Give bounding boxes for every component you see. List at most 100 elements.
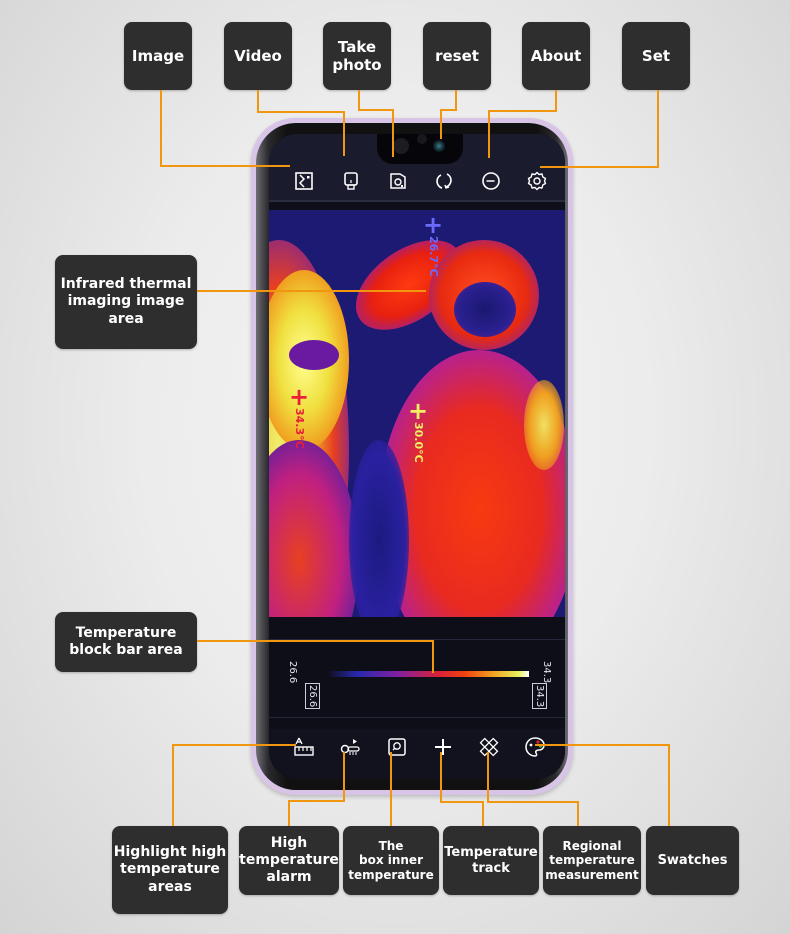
thermal-area-label-text-1: Infrared thermal <box>60 276 192 293</box>
connector-block-bar-v <box>432 640 434 673</box>
box-temp-label: The box inner temperature <box>343 826 439 895</box>
connector-reset <box>455 90 457 110</box>
top-toolbar <box>269 134 565 202</box>
thermal-area-label-text-3: area <box>108 310 144 327</box>
reset-button[interactable] <box>433 170 455 192</box>
track-label-text-1: Temperature <box>444 844 538 860</box>
camera-lens-icon <box>393 138 409 154</box>
connector-thermal <box>197 290 426 292</box>
phone-bezel: + 26.7°C + 34.3°C + 30.0°C 26.6 34.3 26.… <box>256 123 568 790</box>
about-label-text: About <box>530 46 582 65</box>
alarm-label-text-3: alarm <box>266 869 312 886</box>
scale-min-label: 26.6 <box>287 661 298 684</box>
settings-button[interactable] <box>526 170 548 192</box>
video-label: Video <box>224 22 292 90</box>
connector-regional-v2 <box>577 801 579 826</box>
bottom-toolbar <box>269 729 565 779</box>
regional-measurement-button[interactable] <box>477 735 501 759</box>
highlight-high-temp-button[interactable] <box>292 735 316 759</box>
phone-frame: + 26.7°C + 34.3°C + 30.0°C 26.6 34.3 26.… <box>251 118 573 795</box>
regional-label-text-3: measurement <box>545 867 639 882</box>
thermal-image-area[interactable]: + 26.7°C + 34.3°C + 30.0°C <box>269 210 565 617</box>
video-button[interactable] <box>340 170 362 192</box>
highlight-label-text-3: areas <box>148 878 192 895</box>
connector-highlight <box>172 744 296 746</box>
gear-icon <box>527 171 547 191</box>
front-camera-icon <box>433 140 445 152</box>
connector-set <box>657 90 659 167</box>
sensor-icon <box>417 134 427 144</box>
color-gradient-bar <box>327 671 529 677</box>
box-temp-button[interactable] <box>385 735 409 759</box>
regional-label-text-2: temperature <box>549 853 635 868</box>
crosshair-icon: + <box>289 383 310 411</box>
thermal-area-label-text-2: imaging image <box>67 293 185 310</box>
highlight-label: Highlight high temperature areas <box>112 826 228 914</box>
connector-regional-h <box>487 801 578 803</box>
about-label: About <box>522 22 590 90</box>
crosshair-icon: + <box>408 397 429 425</box>
swatches-button[interactable] <box>523 735 547 759</box>
connector-regional <box>487 752 489 802</box>
connector-image-h <box>160 165 290 167</box>
connector-about-h <box>488 110 557 112</box>
alarm-label-text-1: High <box>270 834 308 851</box>
swatches-label-text: Swatches <box>657 852 728 868</box>
box-temp-label-text-2: box inner <box>358 853 423 868</box>
thermal-shoulder-hot <box>524 380 564 470</box>
crosshair-icon: + <box>423 211 444 239</box>
thermal-camera-lens <box>454 282 516 337</box>
video-label-text: Video <box>234 46 282 65</box>
block-bar-label-text-2: block bar area <box>69 642 183 658</box>
block-bar-label-text-1: Temperature <box>75 624 177 641</box>
connector-highlight-v <box>172 744 174 826</box>
phone-screen: + 26.7°C + 34.3°C + 30.0°C 26.6 34.3 26.… <box>269 134 565 779</box>
take-photo-button[interactable] <box>387 170 409 192</box>
connector-photo-h <box>358 109 393 111</box>
scale-divider-bottom <box>269 717 565 718</box>
about-button[interactable] <box>480 170 502 192</box>
highlight-label-text-1: Highlight high <box>113 844 227 861</box>
plus-icon <box>435 739 451 755</box>
ruler-a-icon <box>294 737 314 756</box>
image-icon <box>295 172 313 190</box>
thermal-glasses <box>289 340 339 370</box>
regional-label: Regional temperature measurement <box>543 826 641 895</box>
regional-label-text-1: Regional <box>562 838 622 853</box>
connector-swatches-v <box>668 744 670 826</box>
image-button[interactable] <box>293 170 315 192</box>
center-spot-temp: 30.0°C <box>412 422 425 463</box>
connector-video <box>257 90 259 112</box>
box-temp-label-text-1: The <box>378 838 404 853</box>
connector-alarm-h <box>288 800 345 802</box>
connector-video-h <box>257 111 345 113</box>
connector-photo <box>358 90 360 110</box>
connector-reset-v2 <box>440 109 442 139</box>
hot-spot-marker: + 34.3°C <box>289 383 310 449</box>
video-icon <box>344 172 358 190</box>
temp-track-button[interactable] <box>431 735 455 759</box>
thermal-area-label: Infrared thermal imaging image area <box>55 255 197 349</box>
swatches-label: Swatches <box>646 826 739 895</box>
ruler-pencil-icon <box>479 737 499 757</box>
scale-max-slider[interactable]: 34.3 <box>532 683 547 710</box>
track-label-text-2: track <box>472 860 510 876</box>
connector-track-h <box>440 801 484 803</box>
connector-box <box>390 752 392 826</box>
center-spot-marker: + 30.0°C <box>408 397 429 463</box>
scale-min-slider[interactable]: 26.6 <box>305 683 320 710</box>
image-label-text: Image <box>131 46 185 65</box>
connector-reset-h <box>440 109 457 111</box>
connector-alarm-v2 <box>288 800 290 826</box>
connector-video-v2 <box>343 111 345 156</box>
palette-icon <box>525 737 545 757</box>
connector-set-h <box>540 166 659 168</box>
cold-spot-temp: 26.7°C <box>427 236 440 277</box>
connector-block-bar <box>197 640 434 642</box>
connector-swatches <box>535 744 670 746</box>
alarm-label-text-2: temperature <box>239 851 339 868</box>
track-label: Temperature track <box>443 826 539 895</box>
connector-about-v2 <box>488 110 490 158</box>
connector-track <box>440 752 442 802</box>
connector-photo-v2 <box>392 109 394 157</box>
